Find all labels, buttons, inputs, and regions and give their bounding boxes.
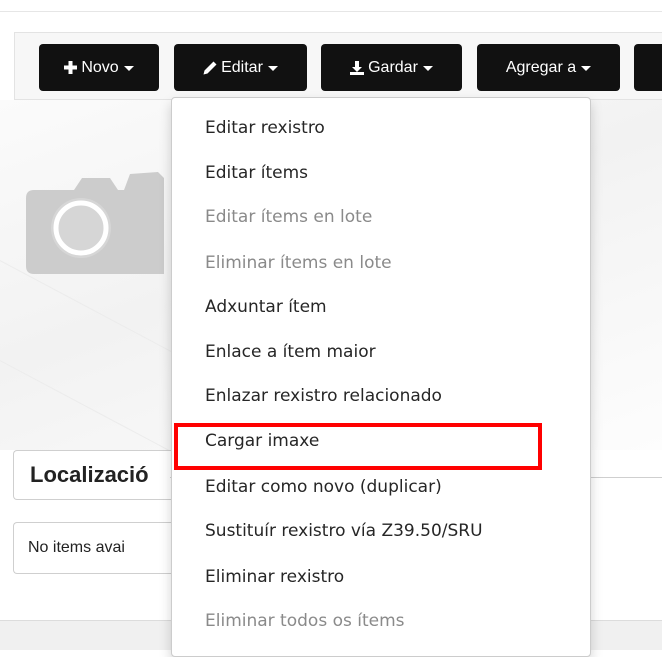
location-heading: Localizació xyxy=(13,450,183,500)
camera-icon xyxy=(26,172,164,274)
no-items-text: No items avai xyxy=(28,539,125,556)
caret-down-icon xyxy=(422,66,433,71)
menu-item-attach-item[interactable]: Adxuntar ítem xyxy=(205,292,327,322)
new-button[interactable]: Novo xyxy=(39,44,159,91)
location-title: Localizació xyxy=(30,462,149,487)
menu-item-delete-record[interactable]: Eliminar rexistro xyxy=(205,562,344,592)
save-button[interactable]: Gardar xyxy=(321,44,462,91)
menu-item-link-related-record[interactable]: Enlazar rexistro relacionado xyxy=(205,381,442,411)
edit-button-label: Editar xyxy=(221,58,263,76)
add-to-button-label: Agregar a xyxy=(505,58,577,76)
menu-item-batch-edit-items: Editar ítems en lote xyxy=(205,207,373,227)
menu-item-delete-all-items: Eliminar todos os ítems xyxy=(205,611,405,631)
new-button-label: Novo xyxy=(81,58,119,76)
pencil-icon xyxy=(203,61,217,75)
add-to-button[interactable]: Agregar a xyxy=(477,44,620,91)
more-button[interactable] xyxy=(634,44,662,91)
highlight-box xyxy=(174,423,542,470)
no-items-panel: No items avai xyxy=(13,522,183,574)
caret-down-icon xyxy=(581,66,592,71)
menu-item-link-host-item[interactable]: Enlace a ítem maior xyxy=(205,337,376,367)
menu-item-edit-record[interactable]: Editar rexistro xyxy=(205,113,325,143)
top-divider xyxy=(0,11,662,12)
edit-button[interactable]: Editar xyxy=(174,44,307,91)
caret-down-icon xyxy=(123,66,134,71)
edit-dropdown-menu: Editar rexistro Editar ítems Editar ítem… xyxy=(171,97,591,657)
caret-down-icon xyxy=(267,66,278,71)
menu-item-edit-items[interactable]: Editar ítems xyxy=(205,158,308,188)
plus-icon xyxy=(64,61,78,74)
save-button-label: Gardar xyxy=(368,58,418,76)
menu-item-batch-delete-items: Eliminar ítems en lote xyxy=(205,253,392,273)
menu-item-replace-via-z3950[interactable]: Sustituír rexistro vía Z39.50/SRU xyxy=(205,516,483,546)
menu-item-edit-as-new[interactable]: Editar como novo (duplicar) xyxy=(205,472,442,502)
download-icon xyxy=(350,60,365,75)
